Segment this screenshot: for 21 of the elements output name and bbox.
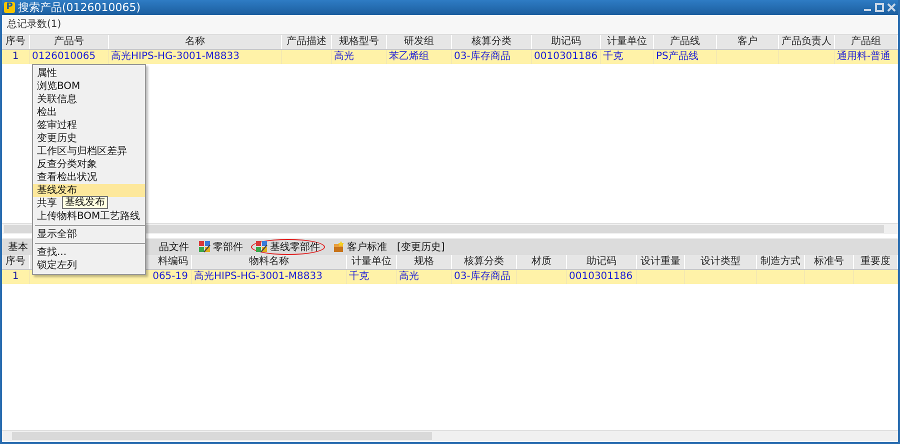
- window-title: 搜索产品(0126010065): [18, 0, 142, 15]
- table-cell: 高光HIPS-HG-3001-M8833: [194, 271, 322, 282]
- table-cell: 高光: [334, 51, 354, 62]
- table-cell: 高光HIPS-HG-3001-M8833: [111, 51, 240, 62]
- table-cell: 0010301186: [534, 51, 598, 62]
- table-cell: 高光: [399, 271, 419, 282]
- table-cell: 千克: [603, 51, 623, 62]
- table-cell: 065-19: [152, 271, 188, 282]
- table-cell: 千克: [349, 271, 369, 282]
- app-logo: P: [4, 2, 15, 13]
- record-count: 总记录数(1): [7, 19, 62, 30]
- table-cell: 1: [12, 51, 19, 62]
- table-cell: 通用料-普通: [837, 51, 891, 62]
- table-cell: 0126010065: [32, 51, 96, 62]
- table-cell: PS产品线: [656, 51, 698, 62]
- table-cell: 苯乙烯组: [389, 51, 429, 62]
- table-cell: 03-库存商品: [454, 51, 510, 62]
- table-cell: 03-库存商品: [454, 271, 510, 282]
- tooltip: 基线发布: [62, 196, 108, 209]
- table-cell: 1: [12, 271, 19, 282]
- table-cell: 0010301186: [569, 271, 633, 282]
